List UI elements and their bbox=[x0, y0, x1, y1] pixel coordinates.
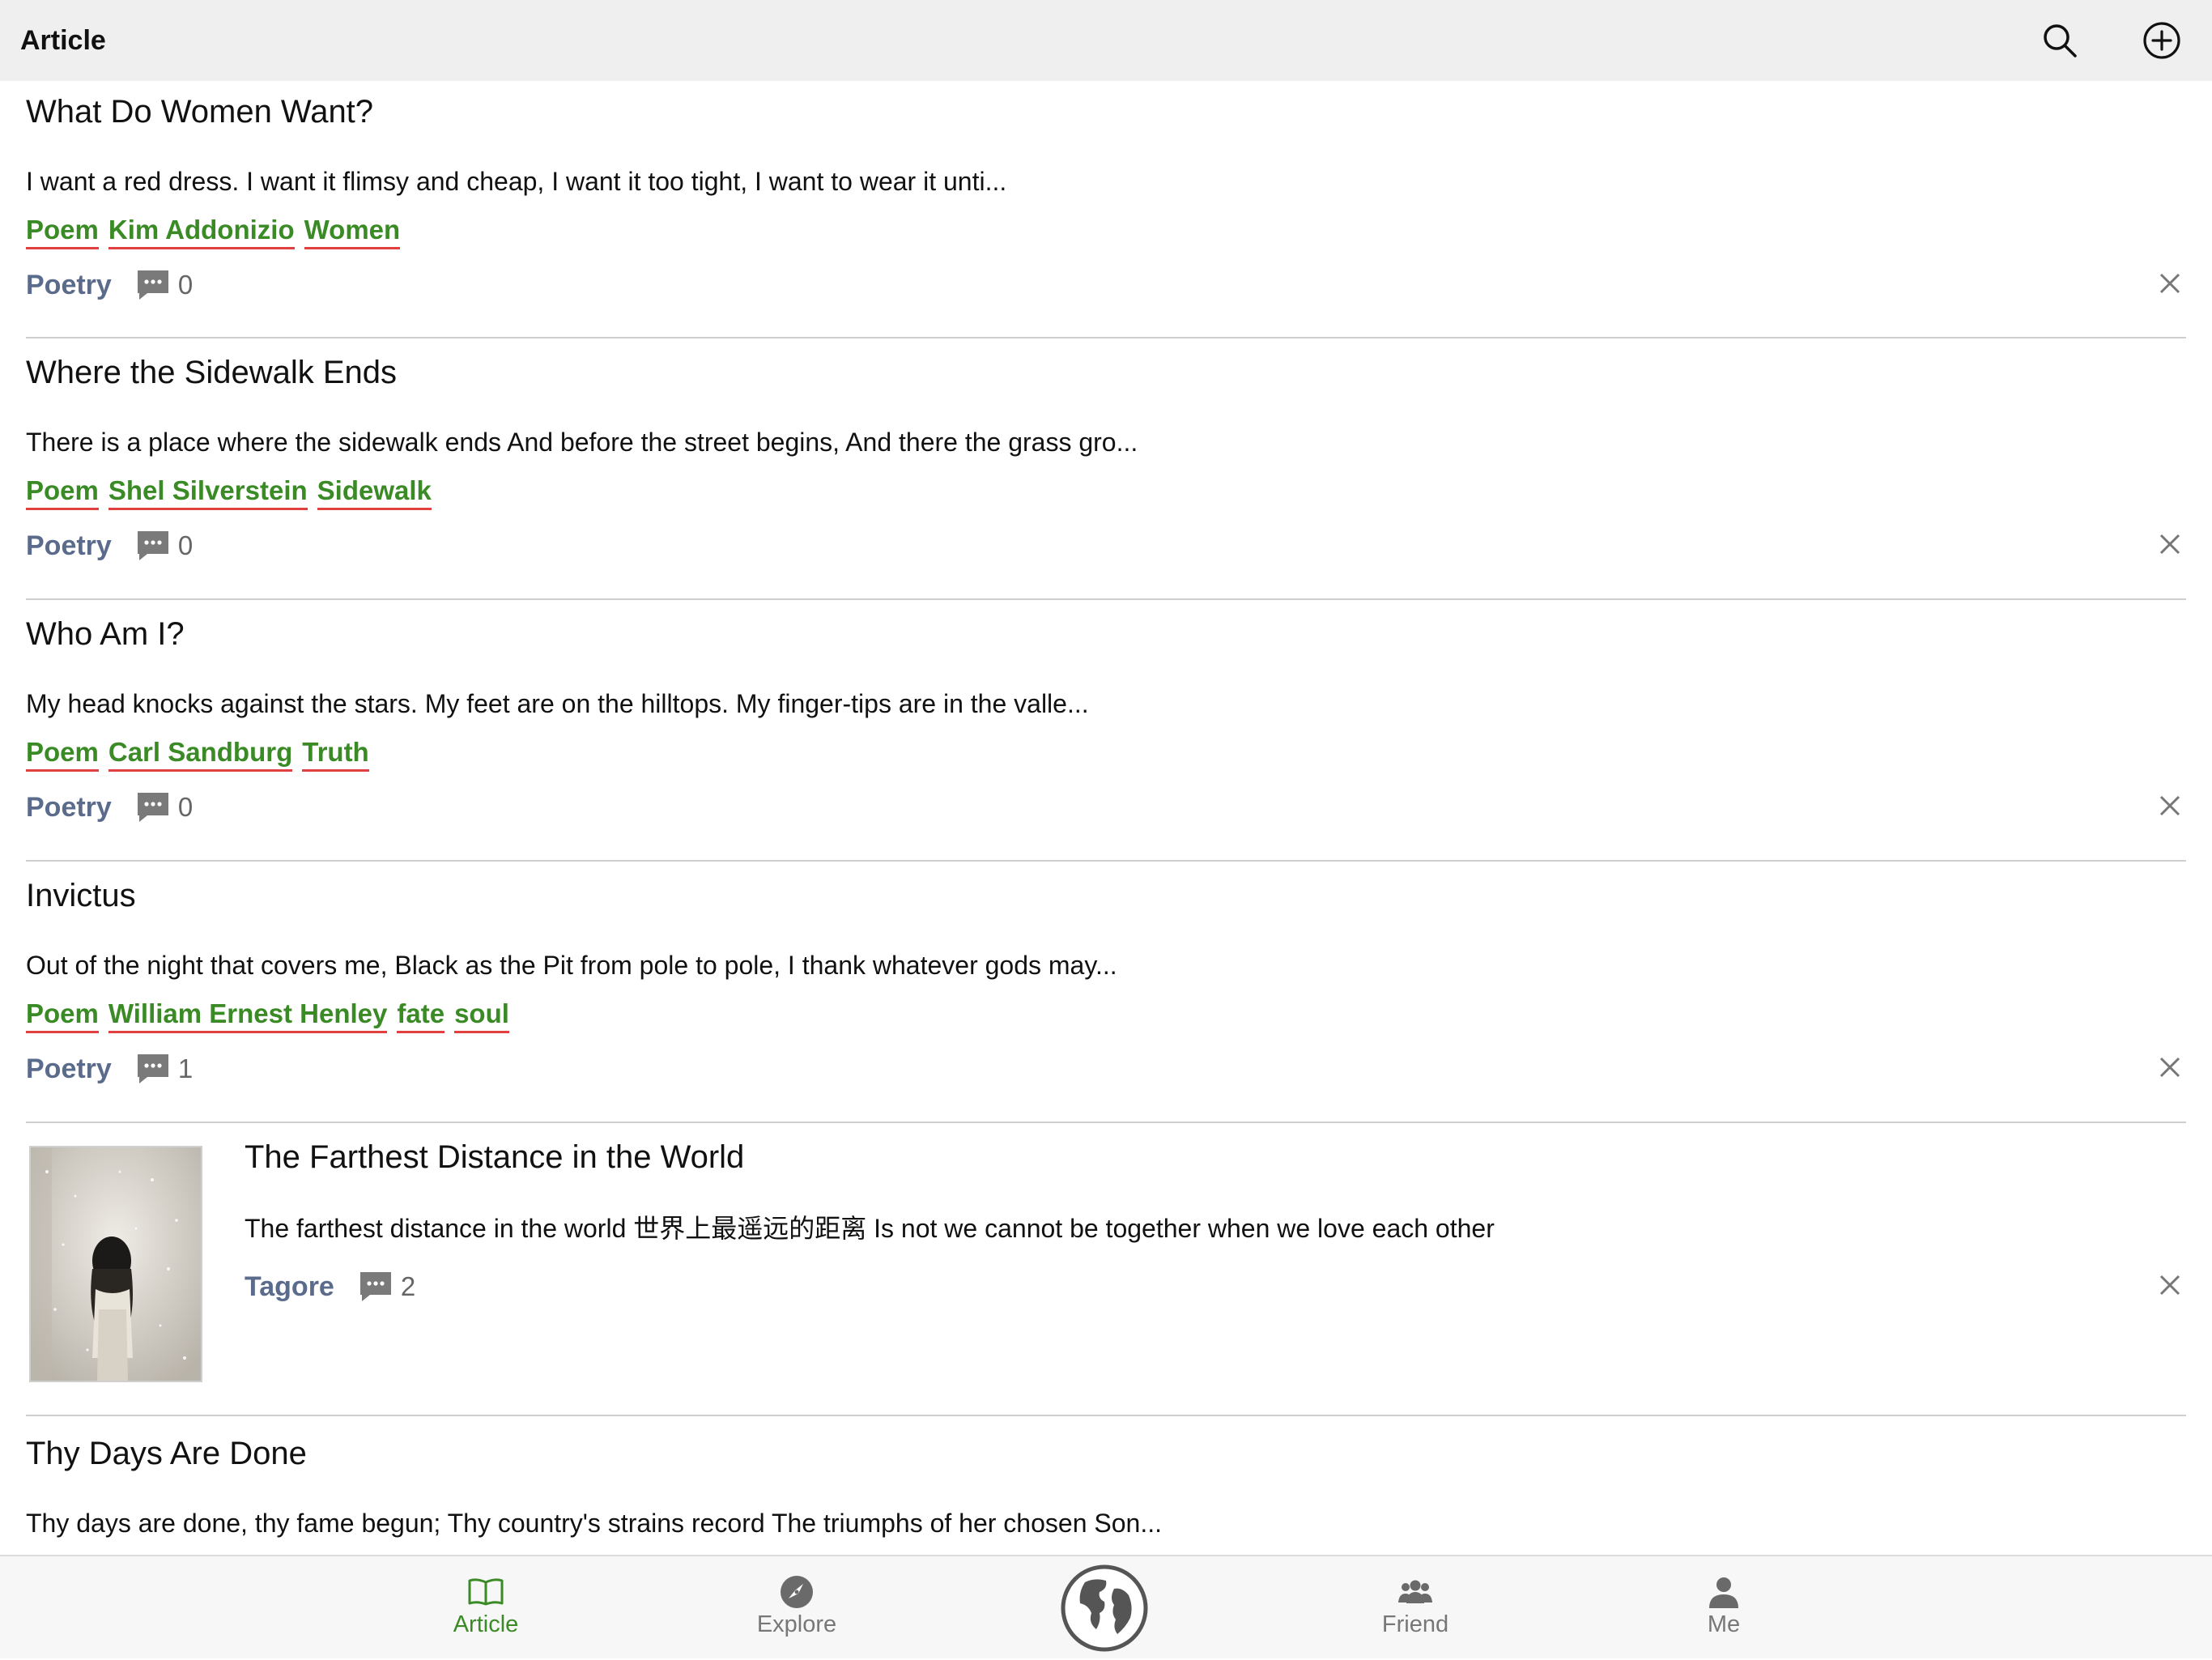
article-card[interactable]: Where the Sidewalk Ends There is a place… bbox=[26, 338, 2186, 600]
tab-label: Me bbox=[1707, 1611, 1741, 1637]
article-excerpt: I want a red dress. I want it flimsy and… bbox=[26, 167, 1007, 196]
article-feed[interactable]: What Do Women Want? I want a red dress. … bbox=[0, 81, 2212, 1555]
category-link[interactable]: Poetry bbox=[26, 792, 112, 824]
people-icon bbox=[1397, 1574, 1434, 1610]
tag-link[interactable]: Kim Addonizio bbox=[108, 214, 295, 249]
search-button[interactable] bbox=[2035, 16, 2084, 65]
tag-link[interactable]: fate bbox=[397, 998, 445, 1033]
tag-link[interactable]: Poem bbox=[26, 475, 99, 510]
tag-list: Poem Kim Addonizio Women bbox=[26, 214, 401, 249]
article-excerpt: Thy days are done, thy fame begun; Thy c… bbox=[26, 1509, 1162, 1538]
tab-me[interactable]: Me bbox=[1643, 1556, 1805, 1660]
article-excerpt: There is a place where the sidewalk ends… bbox=[26, 428, 1138, 457]
article-card[interactable]: Thy Days Are Done Thy days are done, thy… bbox=[26, 1416, 2186, 1555]
article-title[interactable]: Who Am I? bbox=[26, 615, 185, 653]
article-title[interactable]: The Farthest Distance in the World bbox=[245, 1138, 744, 1177]
tag-list: Poem Shel Silverstein Sidewalk bbox=[26, 475, 432, 510]
tab-label: Article bbox=[453, 1611, 519, 1637]
tab-article[interactable]: Article bbox=[405, 1556, 567, 1660]
person-icon bbox=[1708, 1574, 1740, 1610]
tag-link[interactable]: Truth bbox=[302, 736, 369, 772]
article-title[interactable]: What Do Women Want? bbox=[26, 92, 373, 131]
article-thumbnail[interactable] bbox=[29, 1146, 202, 1382]
comment-icon[interactable] bbox=[359, 1270, 393, 1304]
article-meta: Tagore 2 bbox=[245, 1269, 415, 1305]
category-link[interactable]: Poetry bbox=[26, 530, 112, 562]
comment-icon[interactable] bbox=[136, 268, 170, 302]
dismiss-button[interactable] bbox=[2154, 267, 2186, 300]
article-card[interactable]: The Farthest Distance in the World The f… bbox=[26, 1123, 2186, 1416]
article-meta: Poetry 0 bbox=[26, 790, 193, 825]
book-icon bbox=[467, 1574, 504, 1610]
tab-friend[interactable]: Friend bbox=[1334, 1556, 1496, 1660]
globe-icon bbox=[1061, 1564, 1148, 1652]
close-icon bbox=[2159, 795, 2180, 816]
comment-icon[interactable] bbox=[136, 529, 170, 563]
comment-count: 0 bbox=[177, 792, 194, 822]
tag-link[interactable]: Poem bbox=[26, 736, 99, 772]
article-excerpt: The farthest distance in the world 世界上最遥… bbox=[245, 1214, 1495, 1243]
comment-icon[interactable] bbox=[136, 790, 170, 824]
tag-link[interactable]: Poem bbox=[26, 998, 99, 1033]
comment-count: 0 bbox=[177, 530, 194, 560]
tag-link[interactable]: Carl Sandburg bbox=[108, 736, 293, 772]
article-meta: Poetry 1 bbox=[26, 1051, 193, 1087]
close-icon bbox=[2159, 273, 2180, 294]
tag-link[interactable]: Poem bbox=[26, 214, 99, 249]
article-excerpt: Out of the night that covers me, Black a… bbox=[26, 951, 1117, 980]
top-bar: Article bbox=[0, 0, 2212, 81]
article-card[interactable]: What Do Women Want? I want a red dress. … bbox=[26, 81, 2186, 338]
compass-icon bbox=[779, 1574, 815, 1610]
article-card[interactable]: Who Am I? My head knocks against the sta… bbox=[26, 600, 2186, 862]
page-title: Article bbox=[20, 25, 106, 56]
article-card[interactable]: Invictus Out of the night that covers me… bbox=[26, 862, 2186, 1123]
category-link[interactable]: Poetry bbox=[26, 270, 112, 301]
dismiss-button[interactable] bbox=[2154, 1051, 2186, 1083]
comment-count: 1 bbox=[177, 1053, 194, 1083]
tag-link[interactable]: Shel Silverstein bbox=[108, 475, 308, 510]
search-icon bbox=[2044, 24, 2077, 57]
article-title[interactable]: Where the Sidewalk Ends bbox=[26, 353, 397, 392]
close-icon bbox=[2159, 1275, 2180, 1296]
tag-link[interactable]: Sidewalk bbox=[317, 475, 432, 510]
bottom-tab-bar: Article Explore Friend Me bbox=[0, 1555, 2212, 1658]
article-title[interactable]: Thy Days Are Done bbox=[26, 1434, 307, 1473]
article-title[interactable]: Invictus bbox=[26, 876, 136, 915]
dismiss-button[interactable] bbox=[2154, 790, 2186, 822]
add-article-button[interactable] bbox=[2138, 16, 2186, 65]
tab-label: Explore bbox=[756, 1611, 837, 1637]
dismiss-button[interactable] bbox=[2154, 1269, 2186, 1301]
close-icon bbox=[2159, 534, 2180, 555]
tag-link[interactable]: soul bbox=[454, 998, 509, 1033]
tag-list: Poem Carl Sandburg Truth bbox=[26, 736, 369, 772]
tab-label: Friend bbox=[1381, 1611, 1449, 1637]
close-icon bbox=[2159, 1057, 2180, 1078]
globe-button[interactable] bbox=[1061, 1564, 1148, 1652]
plus-circle-icon bbox=[2143, 22, 2180, 59]
tag-list: Poem William Ernest Henley fate soul bbox=[26, 998, 509, 1033]
comment-count: 0 bbox=[177, 270, 194, 300]
comment-count: 2 bbox=[400, 1271, 416, 1301]
article-excerpt: My head knocks against the stars. My fee… bbox=[26, 689, 1089, 718]
tag-link[interactable]: William Ernest Henley bbox=[108, 998, 388, 1033]
woman-in-snow-image bbox=[31, 1147, 201, 1381]
dismiss-button[interactable] bbox=[2154, 528, 2186, 560]
category-link[interactable]: Tagore bbox=[245, 1271, 334, 1303]
article-meta: Poetry 0 bbox=[26, 528, 193, 564]
article-meta: Poetry 0 bbox=[26, 267, 193, 303]
comment-icon[interactable] bbox=[136, 1052, 170, 1086]
category-link[interactable]: Poetry bbox=[26, 1053, 112, 1085]
tag-link[interactable]: Women bbox=[304, 214, 401, 249]
tab-explore[interactable]: Explore bbox=[716, 1556, 878, 1660]
